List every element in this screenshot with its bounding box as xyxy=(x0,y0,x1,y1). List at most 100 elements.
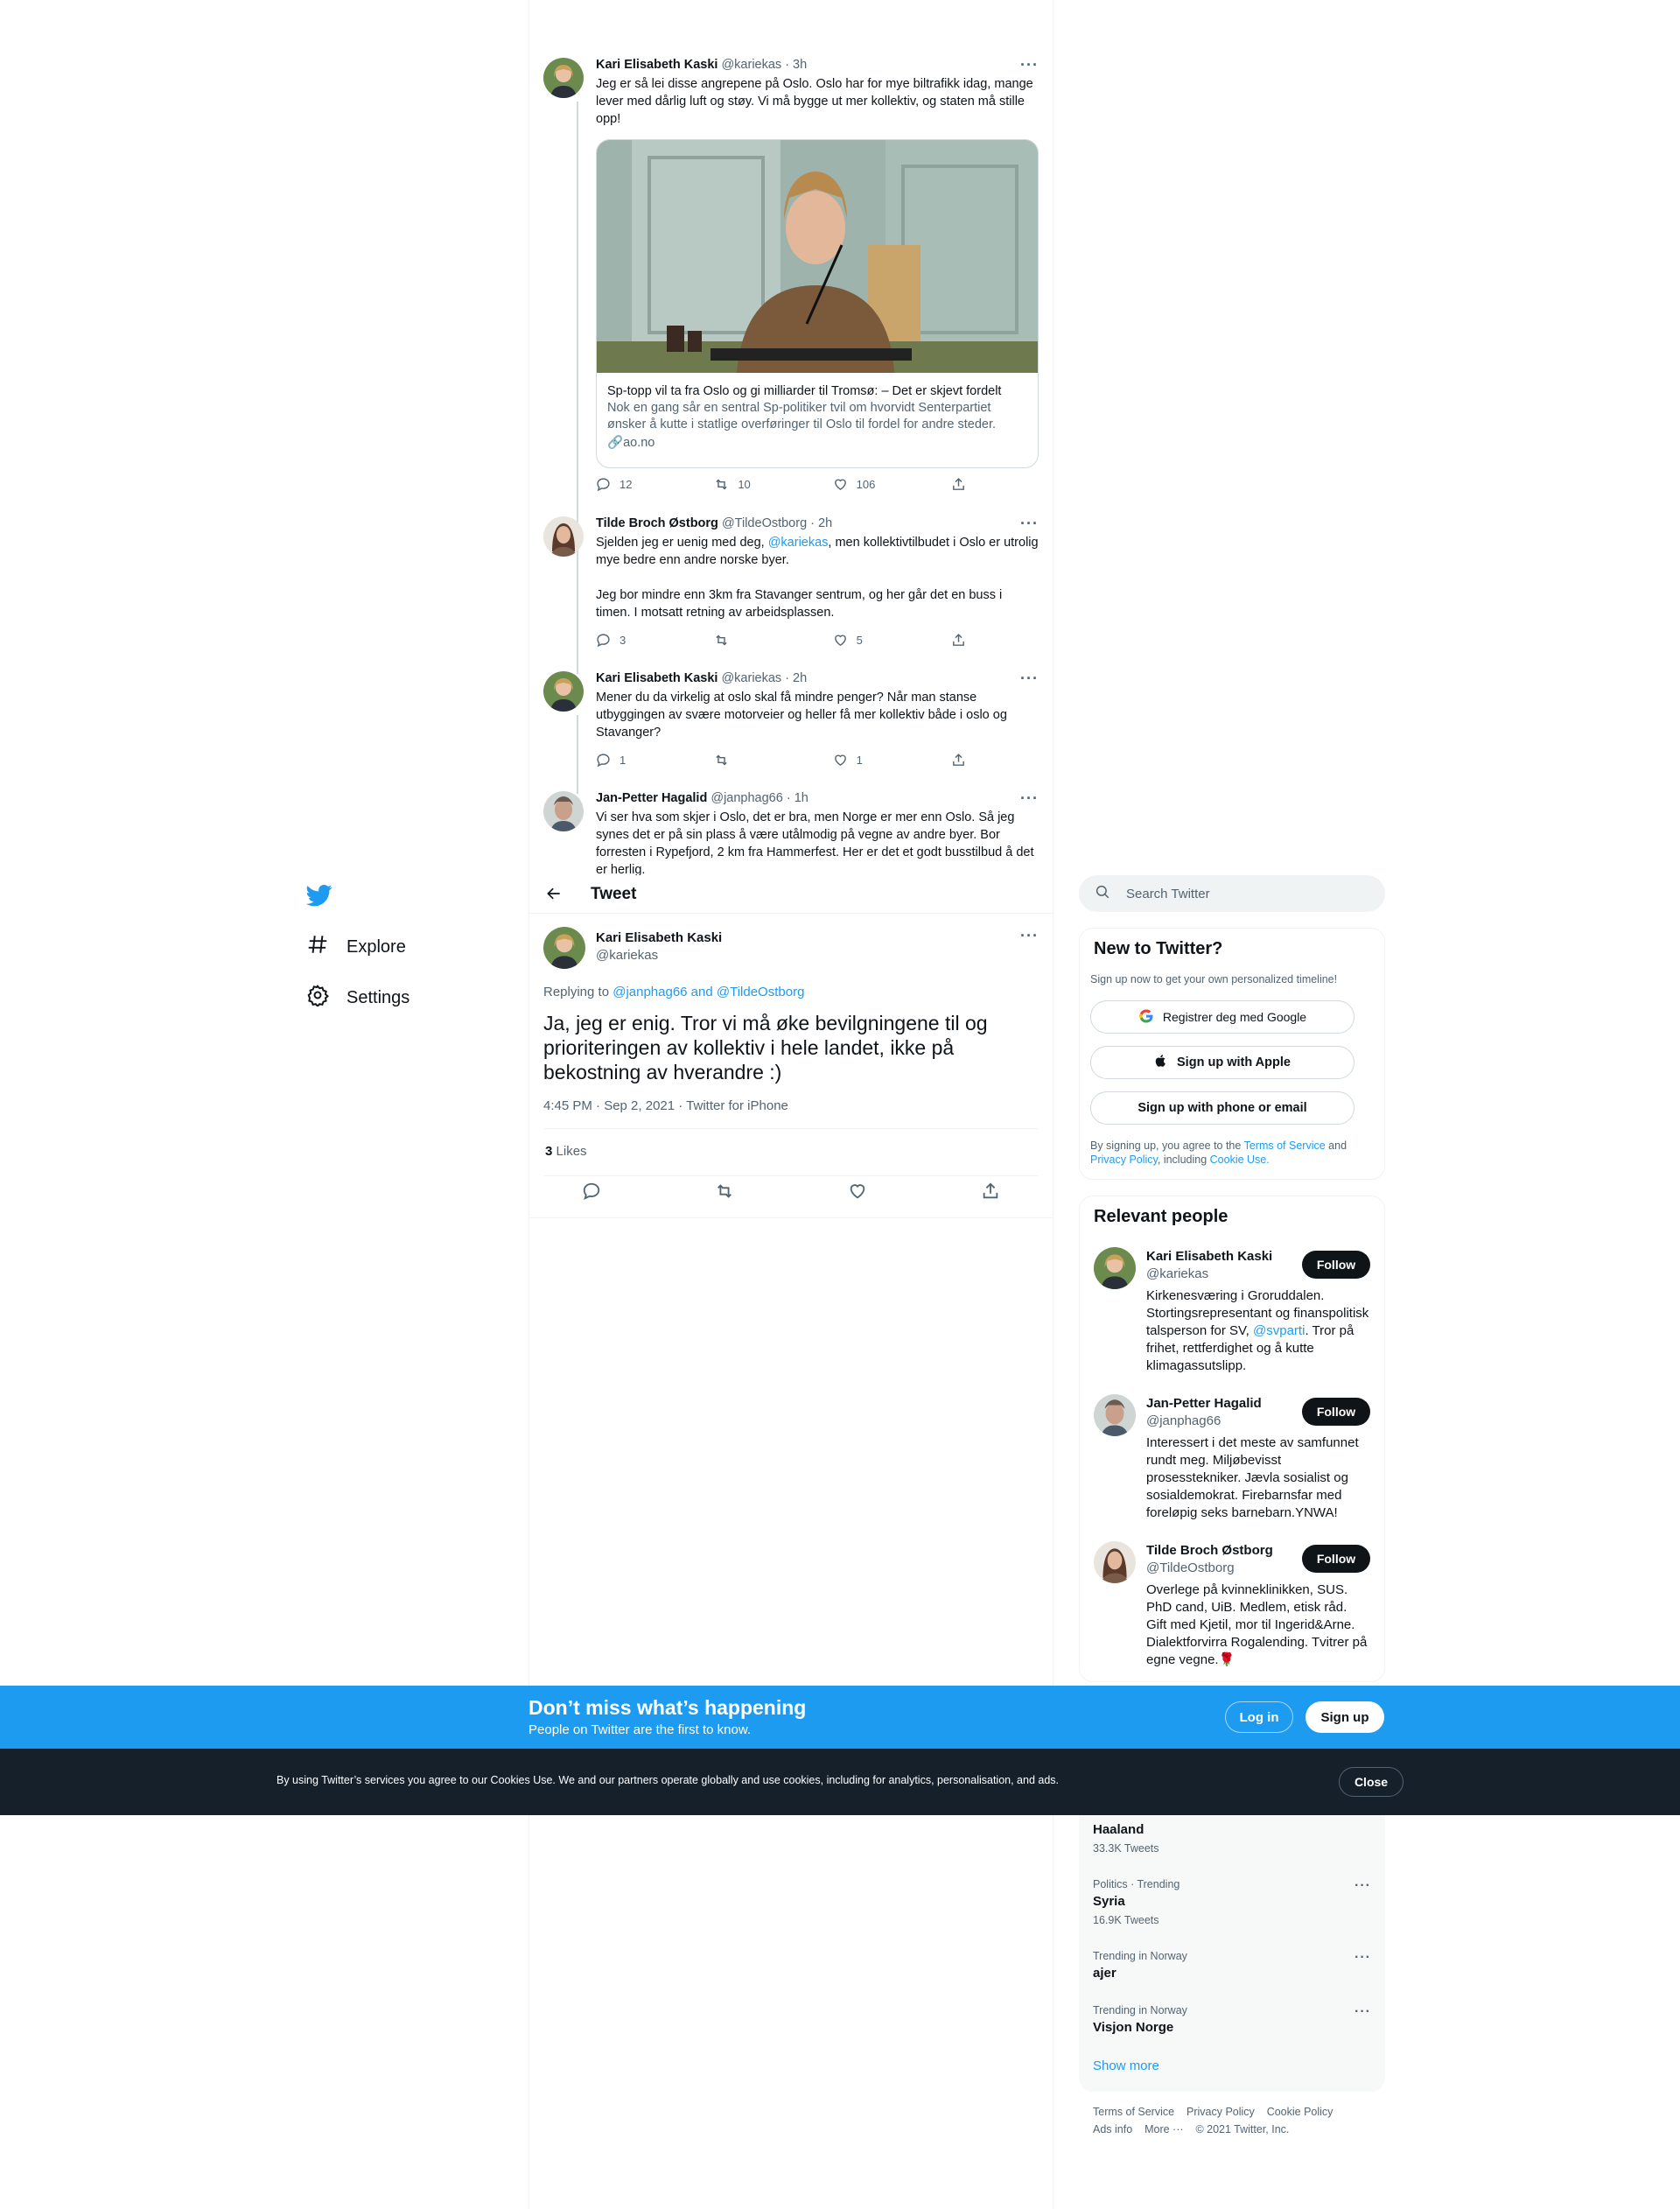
reply-button[interactable]: 12 xyxy=(596,477,701,492)
nav-explore[interactable]: Explore xyxy=(306,929,406,964)
person-name[interactable]: Kari Elisabeth Kaski xyxy=(1146,1249,1272,1264)
retweet-button[interactable]: 10 xyxy=(714,477,819,492)
follow-button[interactable]: Follow xyxy=(1302,1251,1370,1279)
author-handle[interactable]: @janphag66 · 1h xyxy=(710,791,808,805)
avatar[interactable] xyxy=(543,671,584,712)
tweet-actions: 12 10 106 xyxy=(596,477,969,492)
author-handle[interactable]: @kariekas · 3h xyxy=(721,58,807,72)
footer-privacy-link[interactable]: Privacy Policy xyxy=(1186,2106,1255,2118)
bio-mention-link[interactable]: @svparti xyxy=(1253,1323,1305,1338)
trend-category: Trending in Norway xyxy=(1093,2004,1187,2016)
avatar[interactable] xyxy=(543,58,584,98)
heart-icon[interactable] xyxy=(848,1182,867,1205)
author-handle[interactable]: @kariekas xyxy=(596,948,658,963)
signup-button[interactable]: Sign up xyxy=(1306,1701,1384,1733)
person-card[interactable]: Kari Elisabeth Kaski @kariekas Follow Ki… xyxy=(1094,1247,1370,1378)
replying-to-link[interactable]: @janphag66 and @TildeOstborg xyxy=(612,985,804,999)
trends-panel: Haaland 33.3K Tweets Politics · Trending… xyxy=(1079,1803,1385,2092)
avatar[interactable] xyxy=(1094,1394,1136,1436)
more-icon[interactable]: ··· xyxy=(1020,927,1039,945)
tweet-header: Jan-Petter Hagalid @janphag66 · 1h xyxy=(596,791,808,805)
share-button[interactable] xyxy=(951,477,969,492)
more-icon[interactable]: ··· xyxy=(1020,56,1039,74)
show-more-link[interactable]: Show more xyxy=(1093,2058,1159,2073)
person-name[interactable]: Jan-Petter Hagalid xyxy=(1146,1396,1262,1411)
author-name[interactable]: Kari Elisabeth Kaski xyxy=(596,58,718,72)
back-arrow-icon[interactable] xyxy=(545,885,563,907)
thread-tweet[interactable]: Kari Elisabeth Kaski @kariekas · 3h ··· … xyxy=(543,56,1039,565)
cookie-close-button[interactable]: Close xyxy=(1339,1767,1404,1797)
reply-button[interactable]: 3 xyxy=(596,633,701,648)
avatar[interactable] xyxy=(1094,1541,1136,1583)
person-handle[interactable]: @TildeOstborg xyxy=(1146,1560,1235,1575)
share-button[interactable] xyxy=(951,633,969,648)
trend-item[interactable]: Trending in Norway Visjon Norge ··· xyxy=(1093,2004,1371,2035)
terms-link[interactable]: Terms of Service xyxy=(1244,1140,1326,1152)
cookie-use-link[interactable]: Cookie Use. xyxy=(1210,1154,1270,1166)
reply-count: 3 xyxy=(620,634,626,647)
phone-signup-button[interactable]: Sign up with phone or email xyxy=(1090,1091,1354,1125)
trend-item[interactable]: Haaland 33.3K Tweets xyxy=(1093,1819,1371,1855)
retweet-icon[interactable] xyxy=(715,1182,734,1205)
thread-tweet[interactable]: Jan-Petter Hagalid @janphag66 · 1h ··· V… xyxy=(543,791,1039,875)
footer-terms-link[interactable]: Terms of Service xyxy=(1093,2106,1174,2118)
card-description: Nok en gang sår en sentral Sp-politiker … xyxy=(607,401,997,431)
more-icon[interactable]: ··· xyxy=(1354,2004,1371,2020)
like-button[interactable]: 1 xyxy=(833,753,938,768)
avatar[interactable] xyxy=(543,791,584,831)
apple-signup-button[interactable]: Sign up with Apple xyxy=(1090,1046,1354,1079)
author-name[interactable]: Kari Elisabeth Kaski xyxy=(596,930,722,945)
share-icon[interactable] xyxy=(981,1182,1000,1205)
avatar[interactable] xyxy=(543,516,584,557)
person-name[interactable]: Tilde Broch Østborg xyxy=(1146,1543,1273,1558)
person-card[interactable]: Tilde Broch Østborg @TildeOstborg Follow… xyxy=(1094,1541,1370,1673)
author-name[interactable]: Tilde Broch Østborg xyxy=(596,516,718,530)
likes-summary[interactable]: 3 Likes xyxy=(545,1144,587,1159)
avatar[interactable] xyxy=(543,927,585,969)
search-placeholder: Search Twitter xyxy=(1126,886,1210,901)
trend-item[interactable]: Politics · Trending Syria 16.9K Tweets ·… xyxy=(1093,1878,1371,1926)
reply-button[interactable]: 1 xyxy=(596,753,701,768)
search-input[interactable]: Search Twitter xyxy=(1079,875,1385,912)
google-signup-button[interactable]: Registrer deg med Google xyxy=(1090,1000,1354,1034)
like-button[interactable]: 106 xyxy=(833,477,938,492)
footer-cookie-link[interactable]: Cookie Policy xyxy=(1267,2106,1334,2118)
thread-tweet[interactable]: Kari Elisabeth Kaski @kariekas · 2h ··· … xyxy=(543,670,1039,794)
person-handle[interactable]: @kariekas xyxy=(1146,1266,1208,1281)
more-icon[interactable]: ··· xyxy=(1354,1878,1371,1894)
thread-tweet[interactable]: Tilde Broch Østborg @TildeOstborg · 2h ·… xyxy=(543,515,1039,674)
author-name[interactable]: Jan-Petter Hagalid xyxy=(596,791,707,805)
copyright: © 2021 Twitter, Inc. xyxy=(1195,2123,1290,2135)
retweet-button[interactable] xyxy=(714,633,819,648)
nav-settings[interactable]: Settings xyxy=(306,980,410,1015)
author-name[interactable]: Kari Elisabeth Kaski xyxy=(596,671,718,685)
cookie-text: By using Twitter’s services you agree to… xyxy=(276,1774,1060,1786)
more-icon[interactable]: ··· xyxy=(1354,1950,1371,1966)
follow-button[interactable]: Follow xyxy=(1302,1398,1370,1426)
avatar[interactable] xyxy=(1094,1247,1136,1289)
reply-icon[interactable] xyxy=(582,1182,601,1205)
login-button[interactable]: Log in xyxy=(1225,1701,1293,1733)
footer: Terms of Service Privacy Policy Cookie P… xyxy=(1093,2103,1382,2138)
link-card[interactable]: Sp-topp vil ta fra Oslo og gi milliarder… xyxy=(596,139,1039,468)
gear-icon xyxy=(306,984,329,1012)
follow-button[interactable]: Follow xyxy=(1302,1545,1370,1573)
more-icon[interactable]: ··· xyxy=(1020,791,1039,808)
tweet-meta[interactable]: 4:45 PM · Sep 2, 2021 · Twitter for iPho… xyxy=(543,1098,788,1113)
more-icon[interactable]: ··· xyxy=(1020,670,1039,688)
person-card[interactable]: Jan-Petter Hagalid @janphag66 Follow Int… xyxy=(1094,1394,1370,1525)
footer-more-link[interactable]: More ··· xyxy=(1144,2123,1183,2135)
privacy-link[interactable]: Privacy Policy xyxy=(1090,1154,1158,1166)
author-handle[interactable]: @TildeOstborg · 2h xyxy=(722,516,832,530)
author-handle[interactable]: @kariekas · 2h xyxy=(721,671,807,685)
retweet-button[interactable] xyxy=(714,753,819,768)
twitter-logo-icon[interactable] xyxy=(305,882,336,912)
person-handle[interactable]: @janphag66 xyxy=(1146,1413,1221,1428)
share-button[interactable] xyxy=(951,753,969,768)
trend-item[interactable]: Trending in Norway ajer ··· xyxy=(1093,1950,1371,1981)
like-button[interactable]: 5 xyxy=(833,633,938,648)
footer-ads-link[interactable]: Ads info xyxy=(1093,2123,1132,2135)
retweet-icon xyxy=(716,479,727,490)
mention-link[interactable]: @kariekas xyxy=(768,536,829,550)
more-icon[interactable]: ··· xyxy=(1020,515,1039,533)
